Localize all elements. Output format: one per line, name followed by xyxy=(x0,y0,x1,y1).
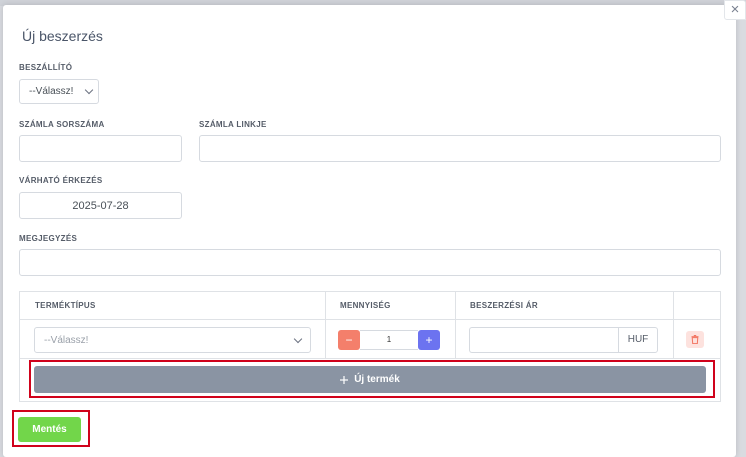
invoice-number-label: SZÁMLA SORSZÁMA xyxy=(19,120,105,129)
product-type-select[interactable]: --Válassz! xyxy=(34,327,311,353)
column-header-purchase-price: BESZERZÉSI ÁR xyxy=(470,301,538,310)
supplier-select[interactable]: --Válassz! xyxy=(19,79,99,104)
delete-row-button[interactable] xyxy=(686,331,704,348)
currency-addon: HUF xyxy=(618,327,658,353)
note-input[interactable] xyxy=(19,249,721,276)
chevron-down-icon xyxy=(84,85,94,95)
expected-arrival-value: 2025-07-28 xyxy=(72,199,129,212)
column-divider xyxy=(455,292,456,358)
expected-arrival-date-input[interactable]: 2025-07-28 xyxy=(19,192,182,219)
column-header-product-type: TERMÉKTÍPUS xyxy=(35,301,96,310)
supplier-select-value: --Válassz! xyxy=(29,86,74,97)
supplier-label: BESZÁLLÍTÓ xyxy=(19,63,73,72)
invoice-number-input[interactable] xyxy=(19,135,182,162)
modal-title: Új beszerzés xyxy=(22,28,103,44)
column-header-quantity: MENNYISÉG xyxy=(340,301,391,310)
save-button[interactable]: Mentés xyxy=(18,417,81,442)
chevron-down-icon xyxy=(293,334,303,343)
close-icon: × xyxy=(730,1,740,18)
purchase-price-input[interactable] xyxy=(469,327,618,353)
quantity-input[interactable]: 1 xyxy=(360,330,418,350)
new-purchase-modal: Új beszerzés BESZÁLLÍTÓ --Válassz! SZÁML… xyxy=(3,5,736,457)
column-divider xyxy=(325,292,326,358)
note-label: MEGJEGYZÉS xyxy=(19,234,78,243)
product-type-select-value: --Válassz! xyxy=(44,334,89,346)
new-product-highlight xyxy=(29,360,715,398)
header-divider xyxy=(20,319,720,320)
expected-arrival-label: VÁRHATÓ ÉRKEZÉS xyxy=(19,176,103,185)
close-button[interactable]: × xyxy=(724,0,746,20)
column-divider xyxy=(673,292,674,358)
trash-icon xyxy=(691,335,699,344)
invoice-link-input[interactable] xyxy=(199,135,721,162)
quantity-increase-button[interactable]: + xyxy=(418,330,440,350)
row-divider xyxy=(20,358,720,359)
invoice-link-label: SZÁMLA LINKJE xyxy=(199,120,267,129)
quantity-decrease-button[interactable]: − xyxy=(338,330,360,350)
